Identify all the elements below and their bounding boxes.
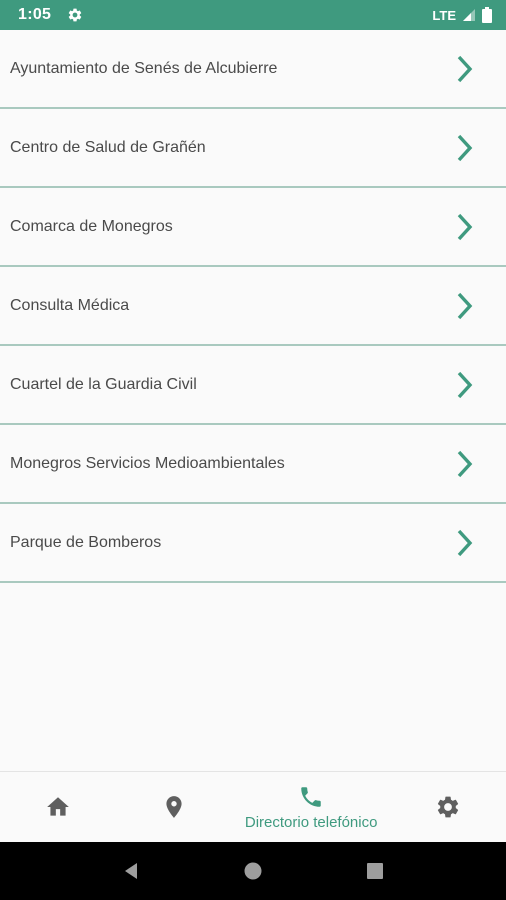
network-type: LTE xyxy=(432,7,456,23)
list-item[interactable]: Comarca de Monegros xyxy=(0,188,506,267)
nav-phone-directory-label: Directorio telefónico xyxy=(244,813,378,831)
list-item-label: Centro de Salud de Grañén xyxy=(10,138,206,156)
chevron-right-icon xyxy=(454,370,476,400)
chevron-right-icon xyxy=(454,212,476,242)
status-bar: 1:05 LTE xyxy=(0,0,506,30)
list-item[interactable]: Consulta Médica xyxy=(0,267,506,346)
back-icon[interactable] xyxy=(119,859,143,883)
home-icon xyxy=(45,794,71,820)
battery-icon xyxy=(482,7,492,23)
chevron-right-icon xyxy=(454,54,476,84)
nav-phone-directory[interactable]: Directorio telefónico xyxy=(233,772,390,842)
chevron-right-icon xyxy=(454,528,476,558)
status-indicators: LTE xyxy=(432,7,492,23)
list-item[interactable]: Monegros Servicios Medioambientales xyxy=(0,425,506,504)
nav-home[interactable] xyxy=(0,772,116,842)
home-circle-icon[interactable] xyxy=(241,859,265,883)
nav-map[interactable] xyxy=(116,772,232,842)
system-navigation-bar xyxy=(0,842,506,900)
list-item[interactable]: Parque de Bomberos xyxy=(0,504,506,583)
recents-square-icon[interactable] xyxy=(363,859,387,883)
list-item[interactable]: Ayuntamiento de Senés de Alcubierre xyxy=(0,30,506,109)
signal-icon xyxy=(462,8,476,22)
list-item-label: Consulta Médica xyxy=(10,296,130,314)
chevron-right-icon xyxy=(454,291,476,321)
settings-icon xyxy=(435,794,461,820)
bottom-nav: Directorio telefónico xyxy=(0,771,506,842)
list-item[interactable]: Cuartel de la Guardia Civil xyxy=(0,346,506,425)
gear-icon xyxy=(67,7,83,23)
list-item-label: Comarca de Monegros xyxy=(10,217,173,235)
list-item[interactable]: Centro de Salud de Grañén xyxy=(0,109,506,188)
location-pin-icon xyxy=(161,794,187,820)
list-item-label: Cuartel de la Guardia Civil xyxy=(10,375,197,393)
nav-settings[interactable] xyxy=(390,772,506,842)
list-item-label: Monegros Servicios Medioambientales xyxy=(10,454,285,472)
status-time: 1:05 xyxy=(18,6,52,23)
phone-icon xyxy=(298,784,324,810)
contact-list: Ayuntamiento de Senés de Alcubierre Cent… xyxy=(0,30,506,583)
chevron-right-icon xyxy=(454,449,476,479)
list-item-label: Parque de Bomberos xyxy=(10,533,162,551)
list-item-label: Ayuntamiento de Senés de Alcubierre xyxy=(10,59,278,77)
chevron-right-icon xyxy=(454,133,476,163)
